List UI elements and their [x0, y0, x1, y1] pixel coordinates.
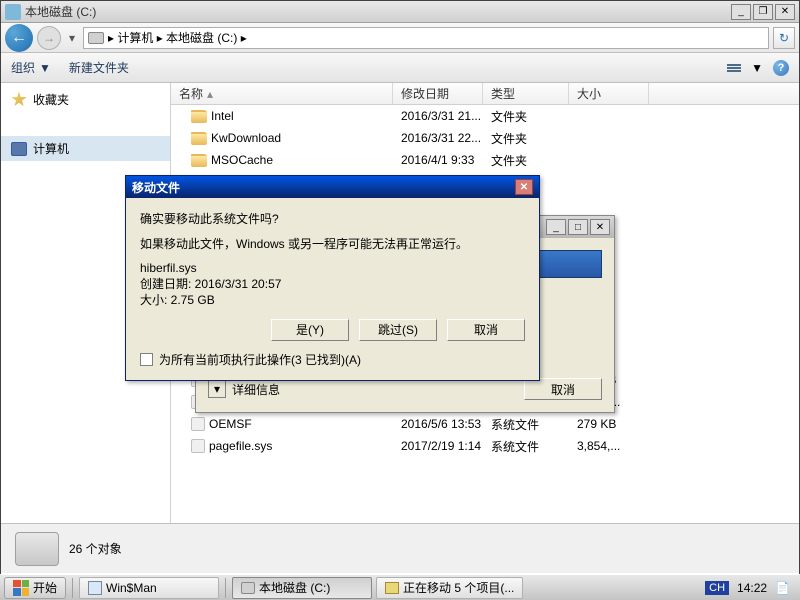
- breadcrumb[interactable]: ▸ 计算机 ▸ 本地磁盘 (C:) ▸: [108, 29, 247, 46]
- dialog-filesize: 大小: 2.75 GB: [140, 292, 525, 308]
- cell-date: 2016/3/31 21...: [393, 109, 483, 123]
- sidebar-item-label: 计算机: [33, 140, 69, 157]
- cell-name: MSOCache: [183, 153, 393, 167]
- titlebar[interactable]: 本地磁盘 (C:) _ ❐ ✕: [1, 1, 799, 23]
- maximize-button[interactable]: □: [568, 219, 588, 235]
- column-header-size[interactable]: 大小: [569, 83, 649, 104]
- organize-menu[interactable]: 组织 ▼: [11, 59, 51, 76]
- close-button[interactable]: ✕: [775, 4, 795, 20]
- sidebar-item-label: 收藏夹: [33, 91, 69, 108]
- dialog-created: 创建日期: 2016/3/31 20:57: [140, 276, 525, 292]
- taskbar-item[interactable]: 本地磁盘 (C:): [232, 577, 372, 599]
- cell-type: 系统文件: [483, 438, 569, 455]
- column-header-name[interactable]: 名称 ▴: [171, 83, 393, 104]
- table-row[interactable]: Intel2016/3/31 21...文件夹: [171, 105, 799, 127]
- taskbar: 开始 Win$Man 本地磁盘 (C:) 正在移动 5 个项目(... CH 1…: [0, 574, 800, 600]
- minimize-button[interactable]: _: [546, 219, 566, 235]
- close-button[interactable]: ✕: [590, 219, 610, 235]
- language-indicator[interactable]: CH: [705, 581, 729, 595]
- cell-size: 279 KB: [569, 417, 649, 431]
- window-title: 本地磁盘 (C:): [25, 3, 731, 20]
- cell-name: pagefile.sys: [183, 439, 393, 454]
- cell-date: 2017/2/19 1:14: [393, 439, 483, 453]
- cancel-button[interactable]: 取消: [524, 378, 602, 400]
- computer-icon: [11, 142, 27, 156]
- history-dropdown[interactable]: ▾: [65, 26, 79, 50]
- help-icon[interactable]: ?: [773, 60, 789, 76]
- view-dropdown-icon[interactable]: ▼: [751, 61, 763, 75]
- maximize-button[interactable]: ❐: [753, 4, 773, 20]
- new-folder-button[interactable]: 新建文件夹: [69, 59, 129, 76]
- refresh-button[interactable]: ↻: [773, 27, 795, 49]
- table-row[interactable]: KwDownload2016/3/31 22...文件夹: [171, 127, 799, 149]
- column-header-row: 名称 ▴ 修改日期 类型 大小: [171, 83, 799, 105]
- drive-icon: [241, 582, 255, 594]
- app-icon: [88, 581, 102, 595]
- taskbar-item[interactable]: 正在移动 5 个项目(...: [376, 577, 523, 599]
- drive-icon: [15, 532, 59, 566]
- start-button[interactable]: 开始: [4, 577, 66, 599]
- cell-name: OEMSF: [183, 417, 393, 432]
- cell-type: 文件夹: [483, 152, 569, 169]
- sidebar-item-favorites[interactable]: 收藏夹: [1, 87, 170, 112]
- dialog-titlebar[interactable]: 移动文件 ✕: [126, 176, 539, 198]
- windows-logo-icon: [13, 580, 29, 596]
- tray-icon[interactable]: 📄: [775, 581, 790, 595]
- system-tray: CH 14:22 📄: [699, 581, 796, 595]
- star-icon: [11, 92, 27, 108]
- cell-type: 系统文件: [483, 416, 569, 433]
- skip-button[interactable]: 跳过(S): [359, 319, 437, 341]
- table-row[interactable]: MSOCache2016/4/1 9:33文件夹: [171, 149, 799, 171]
- cell-type: 文件夹: [483, 108, 569, 125]
- dialog-title: 移动文件: [132, 179, 180, 196]
- dialog-warning: 如果移动此文件，Windows 或另一程序可能无法再正常运行。: [140, 235, 525, 252]
- folder-icon: [191, 154, 207, 167]
- cell-size: 3,854,...: [569, 439, 649, 453]
- address-bar[interactable]: ▸ 计算机 ▸ 本地磁盘 (C:) ▸: [83, 27, 769, 49]
- forward-button[interactable]: →: [37, 26, 61, 50]
- cell-date: 2016/3/31 22...: [393, 131, 483, 145]
- cancel-button[interactable]: 取消: [447, 319, 525, 341]
- file-icon: [191, 439, 205, 453]
- apply-all-label: 为所有当前项执行此操作(3 已找到)(A): [159, 351, 361, 368]
- folder-icon: [385, 582, 399, 594]
- dialog-question: 确实要移动此系统文件吗?: [140, 210, 525, 227]
- clock[interactable]: 14:22: [737, 581, 767, 595]
- yes-button[interactable]: 是(Y): [271, 319, 349, 341]
- drive-icon: [88, 32, 104, 44]
- close-button[interactable]: ✕: [515, 179, 533, 195]
- minimize-button[interactable]: _: [731, 4, 751, 20]
- move-file-dialog: 移动文件 ✕ 确实要移动此系统文件吗? 如果移动此文件，Windows 或另一程…: [125, 175, 540, 381]
- file-icon: [191, 417, 205, 431]
- cell-date: 2016/4/1 9:33: [393, 153, 483, 167]
- view-mode-button[interactable]: [727, 64, 741, 72]
- nav-toolbar: ← → ▾ ▸ 计算机 ▸ 本地磁盘 (C:) ▸ ↻: [1, 23, 799, 53]
- table-row[interactable]: OEMSF2016/5/6 13:53系统文件279 KB: [171, 413, 799, 435]
- folder-icon: [191, 110, 207, 123]
- cell-type: 文件夹: [483, 130, 569, 147]
- drive-icon: [5, 4, 21, 20]
- taskbar-item[interactable]: Win$Man: [79, 577, 219, 599]
- column-header-type[interactable]: 类型: [483, 83, 569, 104]
- column-header-date[interactable]: 修改日期: [393, 83, 483, 104]
- status-count: 26 个对象: [69, 540, 122, 557]
- sidebar-item-computer[interactable]: 计算机: [1, 136, 170, 161]
- table-row[interactable]: pagefile.sys2017/2/19 1:14系统文件3,854,...: [171, 435, 799, 457]
- chevron-down-icon[interactable]: ▾: [208, 380, 226, 398]
- dialog-filename: hiberfil.sys: [140, 260, 525, 276]
- details-label[interactable]: 详细信息: [232, 381, 280, 398]
- command-bar: 组织 ▼ 新建文件夹 ▼ ?: [1, 53, 799, 83]
- cell-name: Intel: [183, 109, 393, 123]
- folder-icon: [191, 132, 207, 145]
- cell-name: KwDownload: [183, 131, 393, 145]
- cell-date: 2016/5/6 13:53: [393, 417, 483, 431]
- apply-all-checkbox[interactable]: [140, 353, 153, 366]
- back-button[interactable]: ←: [5, 24, 33, 52]
- status-bar: 26 个对象: [1, 523, 799, 573]
